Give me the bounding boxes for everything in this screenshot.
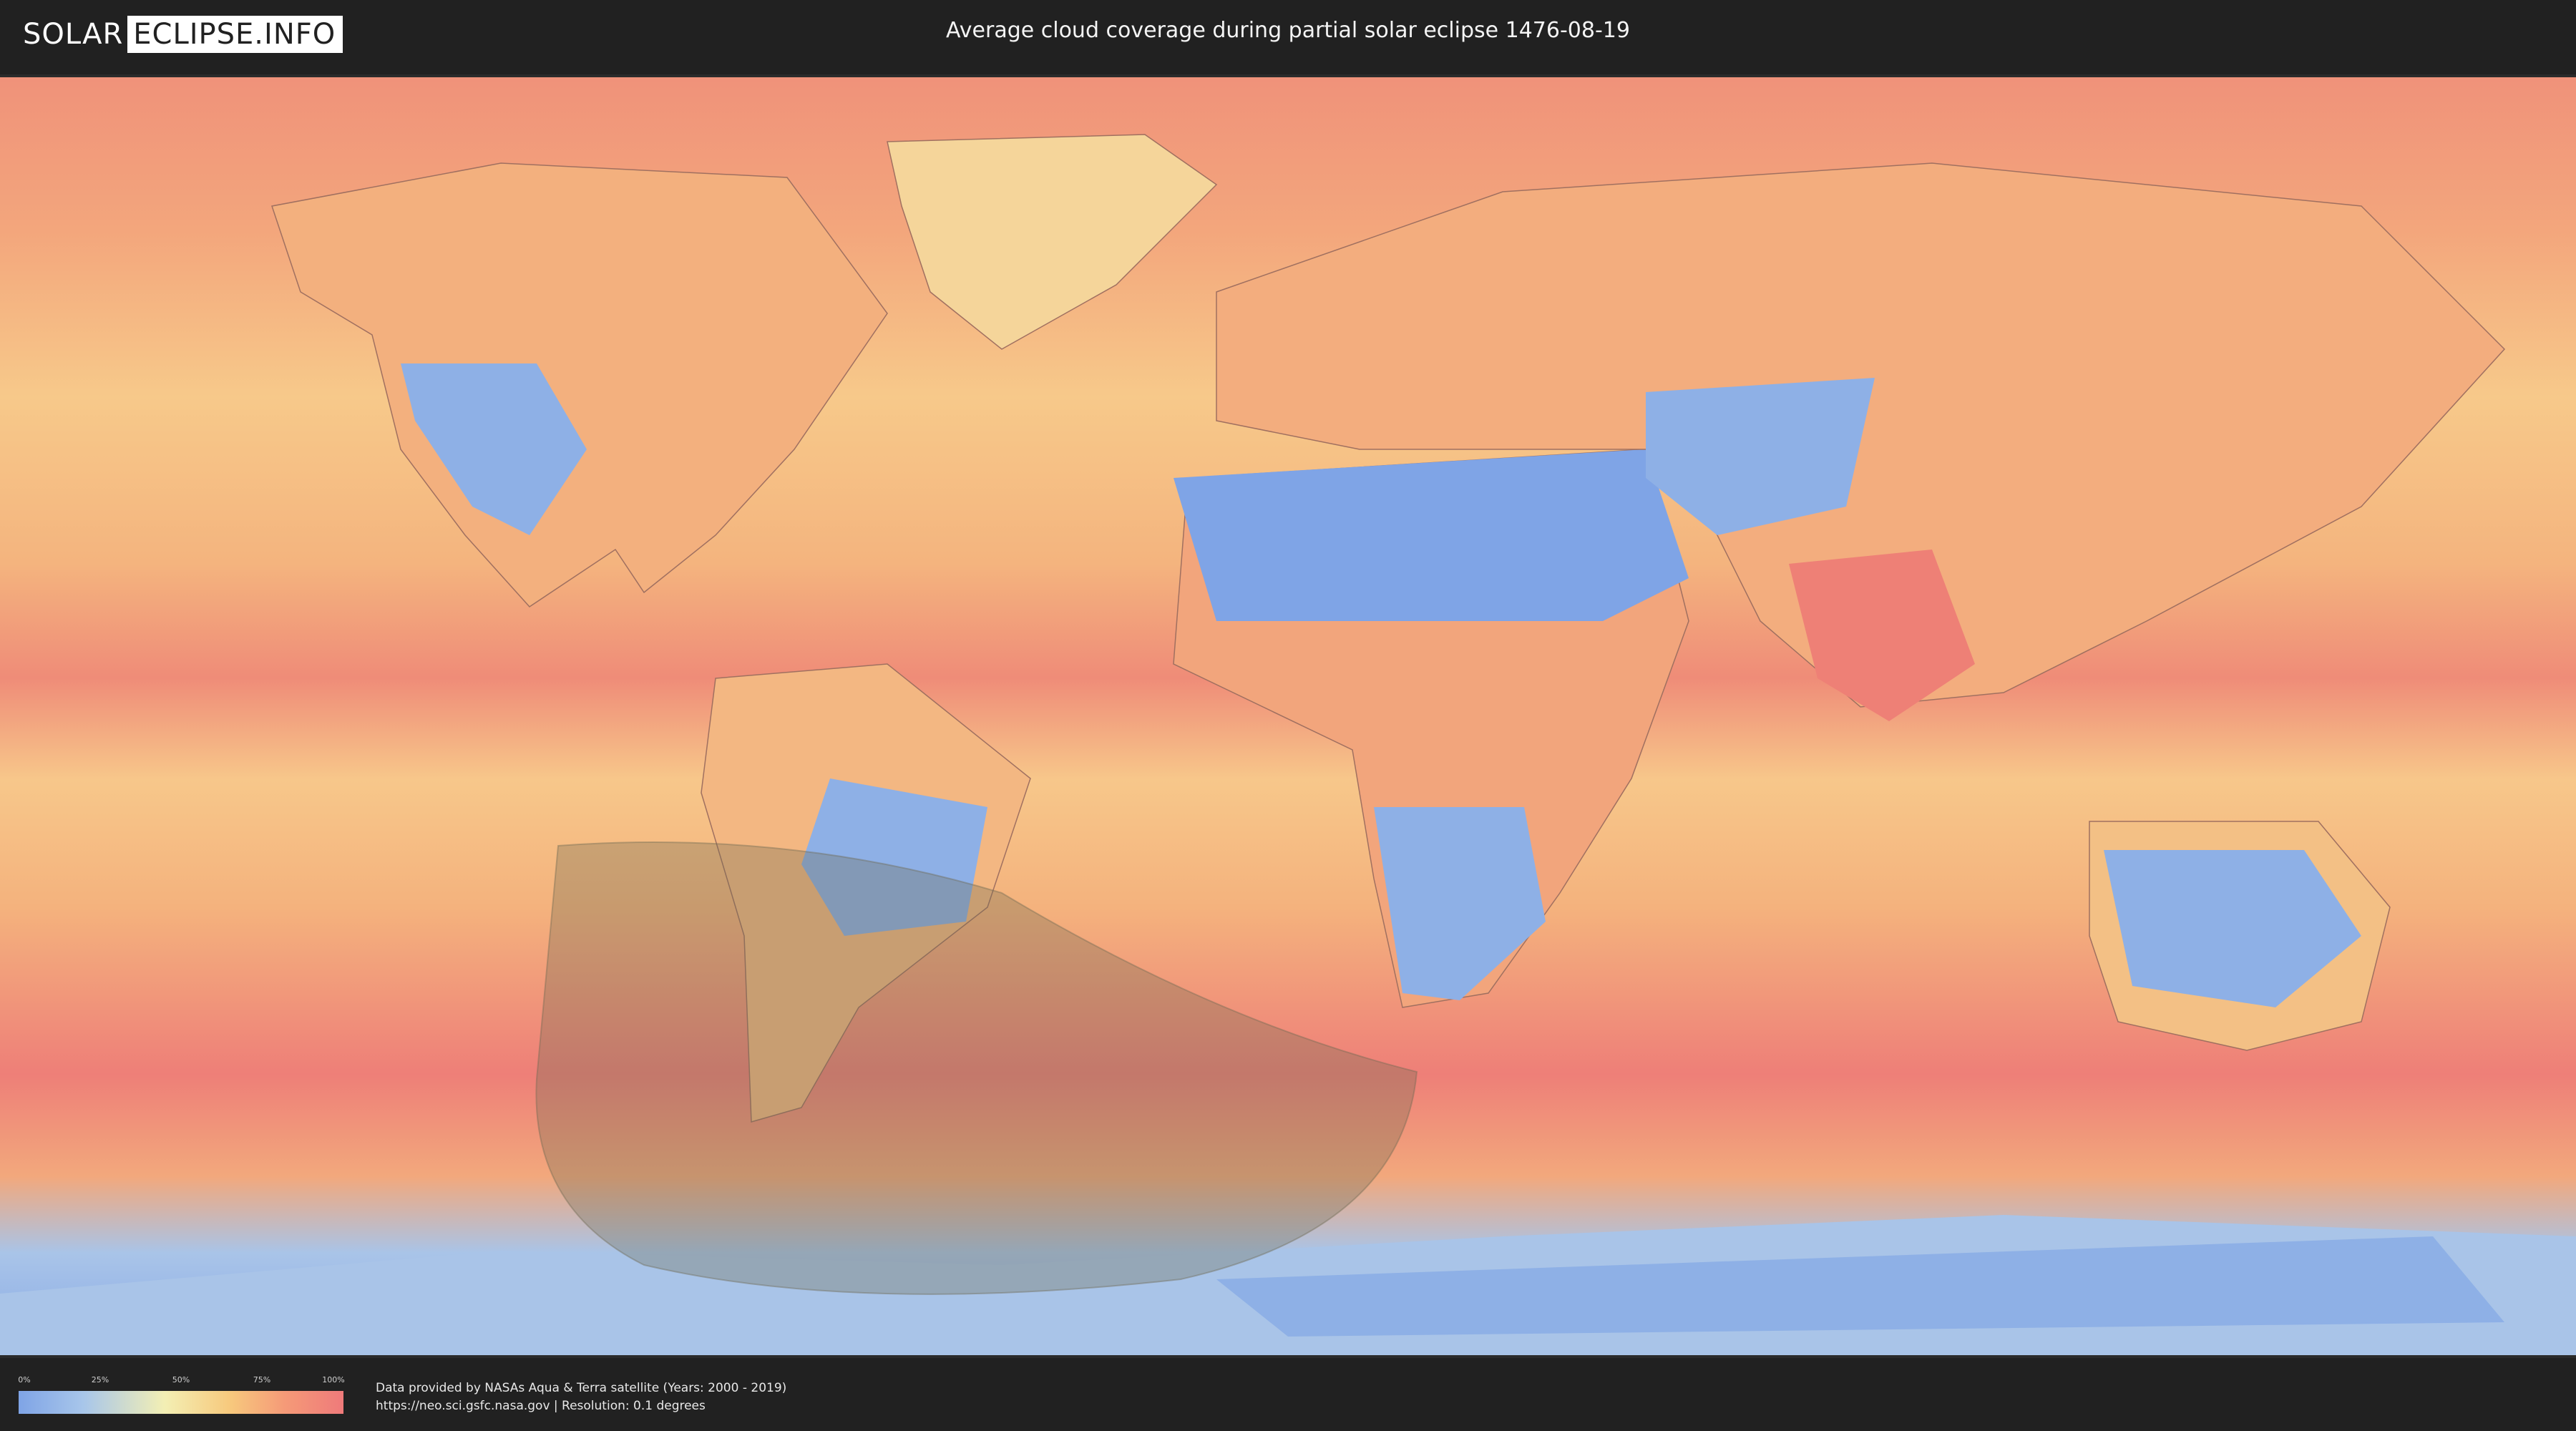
legend-tick-50: 50% bbox=[172, 1375, 190, 1384]
page-title: Average cloud coverage during partial so… bbox=[946, 18, 1630, 43]
footer-bar: 0% 25% 50% 75% 100% Data provided by NAS… bbox=[0, 1359, 2576, 1431]
attribution-line-1: Data provided by NASAs Aqua & Terra sate… bbox=[376, 1381, 787, 1395]
header-bar: SOLAR ECLIPSE.INFO Average cloud coverag… bbox=[0, 0, 2576, 72]
legend-tick-0: 0% bbox=[18, 1375, 31, 1384]
legend-tick-25: 25% bbox=[91, 1375, 109, 1384]
clear-region-sahara-arabia bbox=[1174, 449, 1689, 621]
legend-tick-75: 75% bbox=[253, 1375, 271, 1384]
attribution-line-2[interactable]: https://neo.sci.gsfc.nasa.gov | Resoluti… bbox=[376, 1397, 786, 1415]
data-attribution: Data provided by NASAs Aqua & Terra sate… bbox=[376, 1379, 786, 1415]
legend-color-scale bbox=[19, 1391, 343, 1414]
map-svg bbox=[0, 77, 2576, 1355]
cloud-coverage-map[interactable] bbox=[0, 74, 2576, 1358]
legend-ticks: 0% 25% 50% 75% 100% bbox=[18, 1375, 345, 1387]
legend-tick-100: 100% bbox=[322, 1375, 345, 1384]
cloud-coverage-legend: 0% 25% 50% 75% 100% bbox=[18, 1375, 345, 1414]
